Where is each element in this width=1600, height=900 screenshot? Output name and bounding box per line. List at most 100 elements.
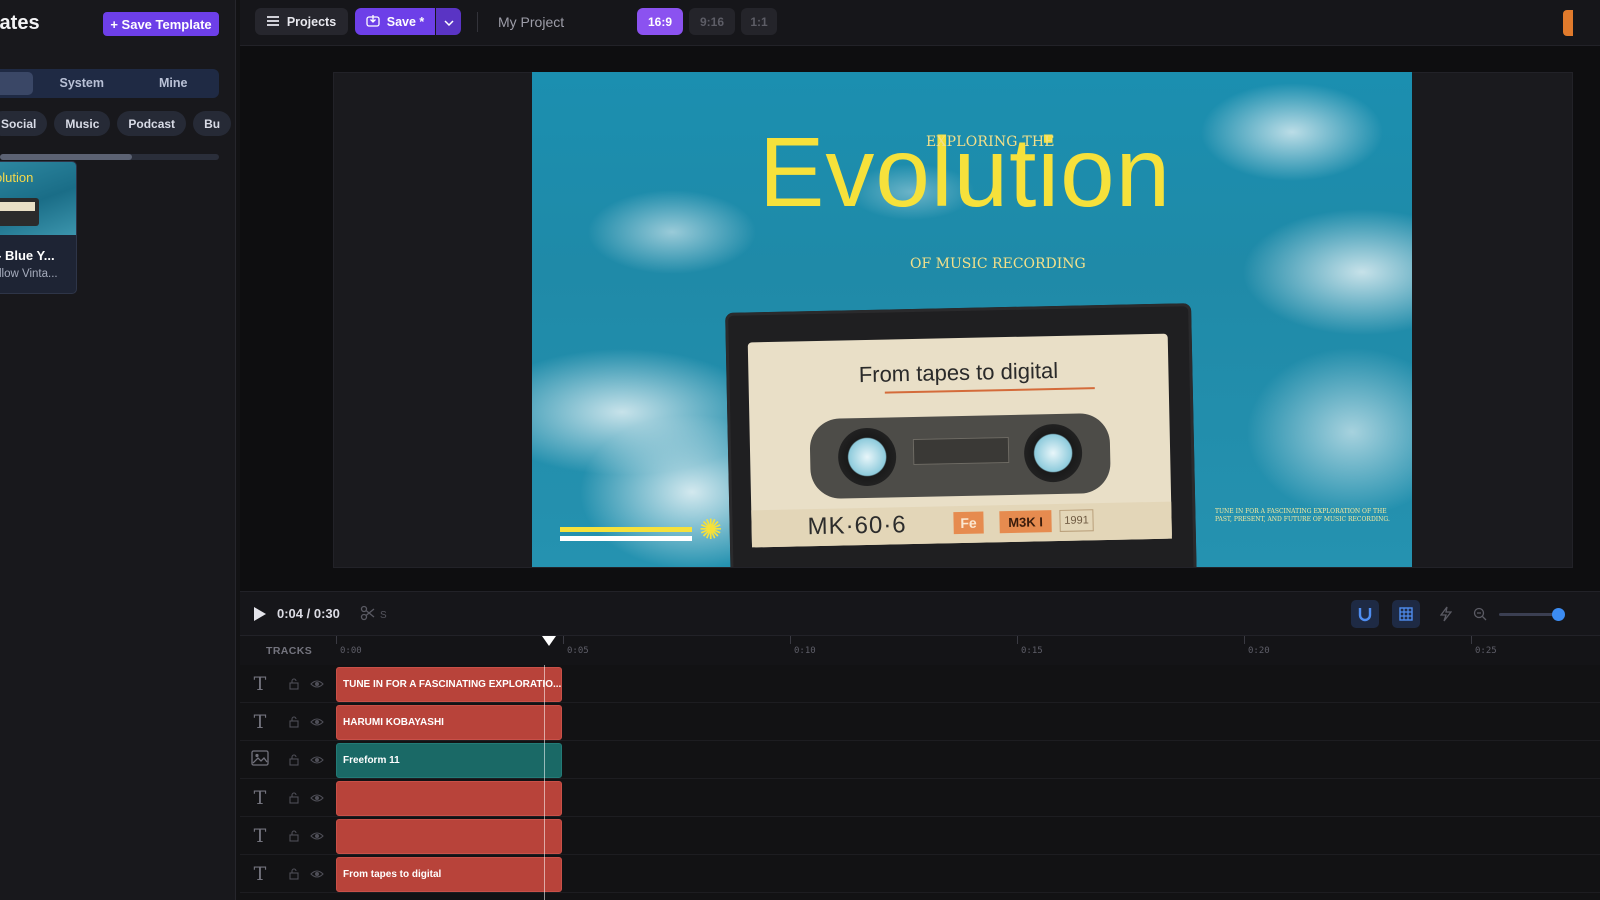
timeline-clip[interactable]: HARUMI KOBAYASHI [336, 705, 562, 740]
canvas-title[interactable]: Evolution [759, 116, 1171, 229]
aspect-ratio-1-1[interactable]: 1:1 [741, 8, 777, 35]
category-chips: Social Music Podcast Bu [0, 111, 232, 136]
timeline-clip[interactable]: TUNE IN FOR A FASCINATING EXPLORATIO... [336, 667, 562, 702]
text-track-icon: T [253, 673, 267, 695]
track-header: T [240, 779, 334, 817]
lock-icon[interactable] [288, 677, 300, 690]
canvas-fine-print[interactable]: TUNE IN FOR A FASCINATING EXPLORATION OF… [1215, 508, 1397, 525]
category-podcast[interactable]: Podcast [117, 111, 187, 136]
projects-button[interactable]: Projects [255, 8, 348, 35]
save-button[interactable]: Save * [355, 8, 435, 35]
eye-icon[interactable] [310, 829, 324, 841]
text-track-icon: T [253, 711, 267, 733]
save-label: Save * [386, 14, 425, 29]
cassette-tag-fe: Fe [953, 511, 984, 535]
ruler-tick: 0:05 [567, 646, 589, 656]
ruler-tick: 0:15 [1021, 646, 1043, 656]
segment-all[interactable] [0, 72, 33, 95]
cassette-year: 1991 [1059, 509, 1094, 532]
save-options-dropdown[interactable] [436, 8, 461, 35]
category-business[interactable]: Bu [193, 111, 232, 136]
eye-icon[interactable] [310, 753, 324, 765]
grid-icon[interactable] [1392, 600, 1420, 628]
aspect-ratio-9-16[interactable]: 9:16 [689, 8, 735, 35]
menu-list-icon [266, 15, 279, 29]
split-button[interactable]: S [360, 605, 387, 626]
template-card[interactable]: olution - Blue Y... llow Vinta... [0, 161, 77, 294]
eye-icon[interactable] [310, 677, 324, 689]
timecode: 0:04 / 0:30 [277, 606, 340, 621]
track-row: T [240, 817, 1600, 855]
tick-mark [563, 636, 564, 644]
track-row: T TUNE IN FOR A FASCINATING EXPLORATIO..… [240, 665, 1600, 703]
category-music[interactable]: Music [54, 111, 111, 136]
eye-icon[interactable] [310, 867, 324, 879]
timeline-clip[interactable]: From tapes to digital [336, 857, 562, 892]
track-row: T HARUMI KOBAYASHI [240, 703, 1600, 741]
text-track-icon: T [253, 787, 267, 809]
segment-mine[interactable]: Mine [128, 69, 220, 98]
timeline-clip[interactable] [336, 819, 562, 854]
canvas-tagline[interactable]: OF MUSIC RECORDING [910, 256, 1086, 272]
cassette-label-text[interactable]: From tapes to digital [748, 356, 1168, 391]
tick-mark [1017, 636, 1018, 644]
track-row: Freeform 11 [240, 741, 1600, 779]
timeline-tracks: T TUNE IN FOR A FASCINATING EXPLORATIO..… [240, 665, 1600, 900]
scissors-icon [360, 605, 376, 626]
design-canvas[interactable]: Evolution EXPLORING THE OF MUSIC RECORDI… [532, 72, 1412, 567]
template-thumbnail: olution [0, 162, 76, 235]
play-icon[interactable] [253, 606, 267, 622]
category-social[interactable]: Social [0, 111, 48, 136]
category-scrollbar[interactable] [0, 154, 219, 160]
track-row: T [240, 779, 1600, 817]
timeline-clip[interactable] [336, 781, 562, 816]
thumbnail-title: olution [0, 170, 34, 185]
eye-icon[interactable] [310, 715, 324, 727]
track-header: T [240, 665, 334, 703]
canvas-subhead[interactable]: EXPLORING THE [926, 134, 1055, 150]
snap-magnet-icon[interactable] [1351, 600, 1379, 628]
zoom-slider-thumb[interactable] [1552, 608, 1565, 621]
export-button[interactable] [1563, 10, 1573, 36]
thumbnail-cassette [0, 198, 39, 226]
lock-icon[interactable] [288, 829, 300, 842]
chevron-down-icon [443, 13, 454, 31]
cassette-window [809, 412, 1111, 500]
text-track-icon: T [253, 825, 267, 847]
cassette-image[interactable]: From tapes to digital MK·60·6 Fe M3K I 1… [725, 303, 1197, 567]
starburst-icon[interactable]: ✺ [699, 516, 722, 544]
lightning-icon[interactable] [1432, 600, 1460, 628]
timeline-ruler[interactable]: TRACKS 0:00 0:05 0:10 0:15 0:20 0:25 [240, 635, 1600, 665]
playhead-line[interactable] [544, 665, 545, 900]
cassette-strip: MK·60·6 Fe M3K I 1991 [751, 501, 1172, 548]
eye-icon[interactable] [310, 791, 324, 803]
template-subtitle: llow Vinta... [0, 268, 58, 280]
track-header: T [240, 817, 334, 855]
decor-bar-yellow[interactable] [560, 527, 692, 532]
lock-icon[interactable] [288, 753, 300, 766]
template-name: - Blue Y... [0, 248, 55, 263]
segment-system[interactable]: System [36, 69, 128, 98]
cassette-label: From tapes to digital MK·60·6 Fe M3K I 1… [747, 333, 1172, 548]
zoom-out-icon[interactable] [1466, 600, 1494, 628]
toolbar-divider [477, 12, 478, 32]
text-track-icon: T [253, 863, 267, 885]
image-track-icon [250, 750, 270, 770]
aspect-ratio-16-9[interactable]: 16:9 [637, 8, 683, 35]
lock-icon[interactable] [288, 715, 300, 728]
tick-mark [336, 636, 337, 644]
decor-bar-white[interactable] [560, 536, 692, 541]
lock-icon[interactable] [288, 791, 300, 804]
project-name[interactable]: My Project [498, 14, 564, 30]
zoom-slider-track[interactable] [1499, 613, 1559, 616]
panel-title: lates [0, 12, 40, 34]
ruler-tick: 0:10 [794, 646, 816, 656]
scrollbar-thumb[interactable] [0, 154, 132, 160]
save-template-button[interactable]: + Save Template [103, 12, 219, 36]
tick-mark [1244, 636, 1245, 644]
timeline-clip[interactable]: Freeform 11 [336, 743, 562, 778]
lock-icon[interactable] [288, 867, 300, 880]
ruler-tick: 0:00 [340, 646, 362, 656]
playhead-handle[interactable] [542, 636, 556, 646]
tape-window [912, 436, 1010, 466]
